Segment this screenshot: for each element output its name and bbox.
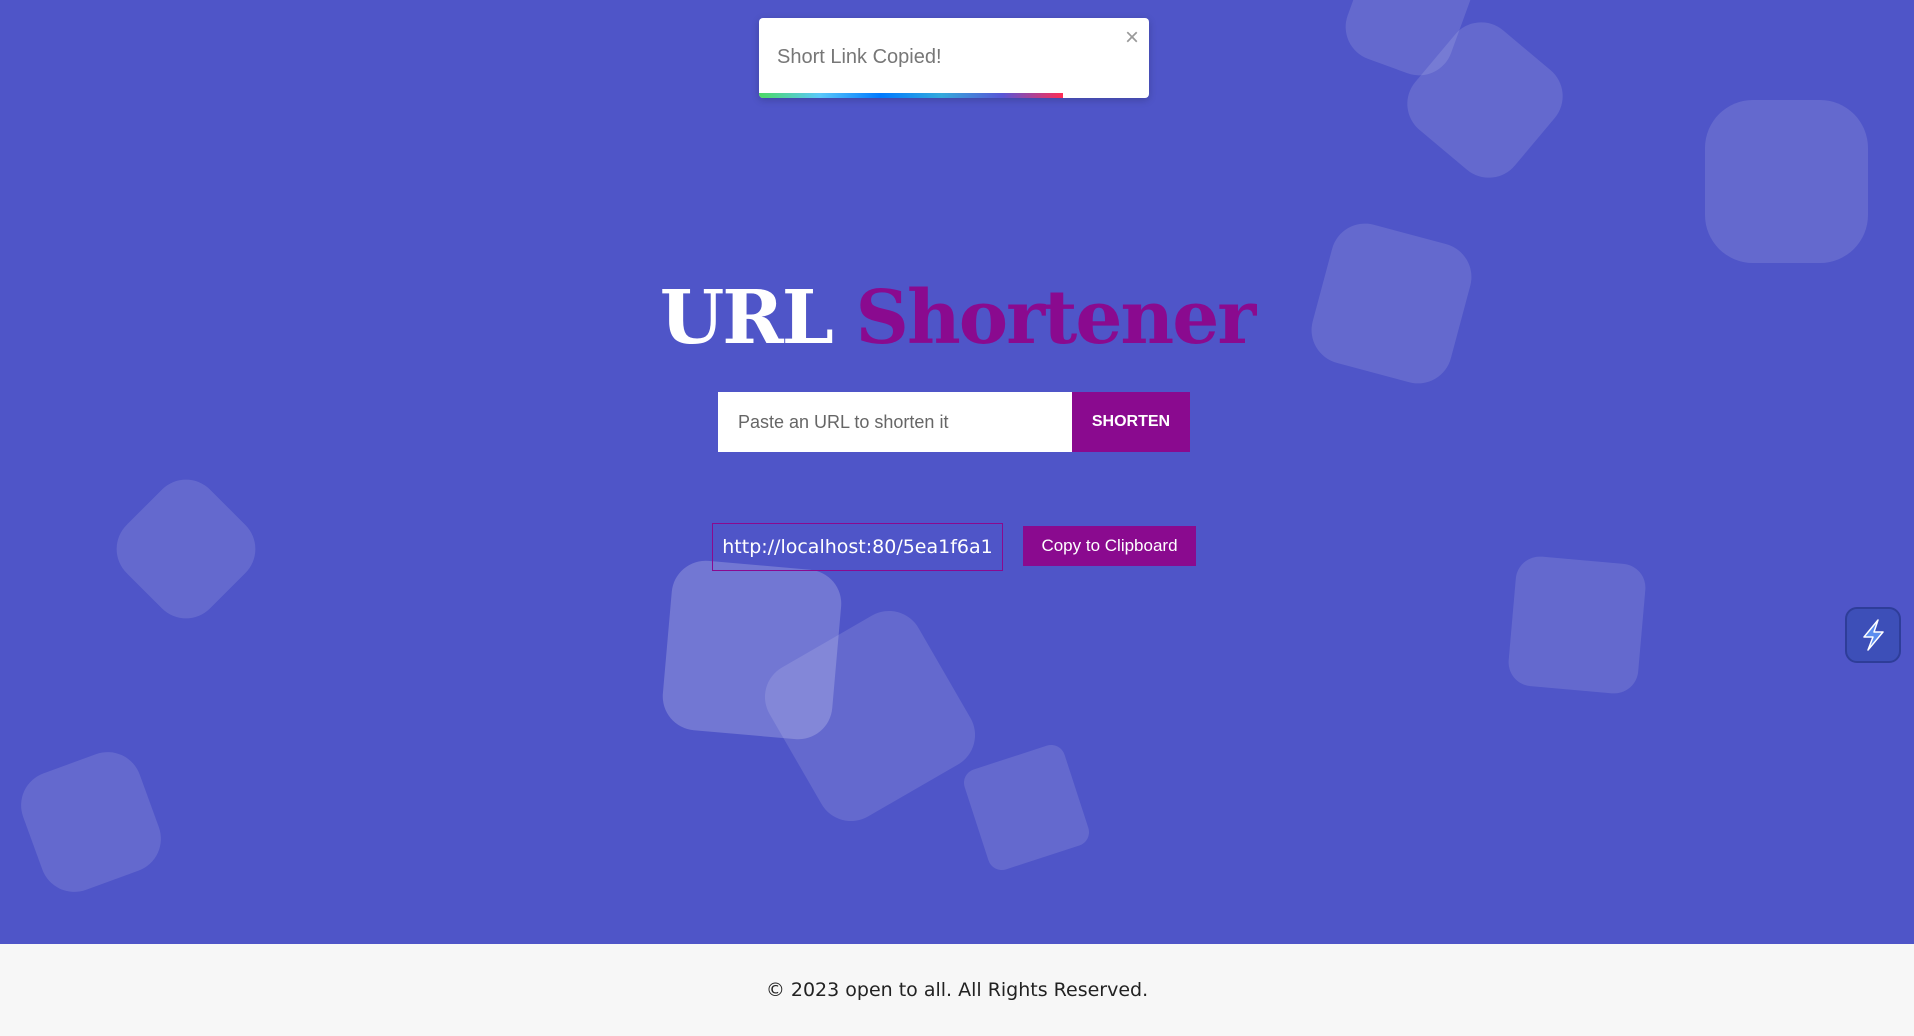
- page: Short Link Copied! × URL Shortener SHORT…: [0, 0, 1914, 1036]
- bg-shape: [1705, 100, 1868, 263]
- title-shortener: Shortener: [855, 275, 1257, 361]
- bg-shape: [1506, 554, 1648, 696]
- footer-copyright: © 2023 open to all. All Rights Reserved.: [765, 979, 1149, 1001]
- toast-progress-bar: [759, 93, 1064, 98]
- bg-shape: [102, 465, 270, 633]
- short-url-display[interactable]: http://localhost:80/5ea1f6a1: [712, 523, 1003, 571]
- shorten-form: SHORTEN: [718, 392, 1190, 452]
- bg-shape: [11, 742, 171, 902]
- hero-section: Short Link Copied! × URL Shortener SHORT…: [0, 0, 1914, 944]
- floating-widget-button[interactable]: [1845, 607, 1901, 663]
- title-url: URL: [659, 275, 834, 361]
- page-title: URL Shortener: [0, 275, 1914, 361]
- footer: © 2023 open to all. All Rights Reserved.: [0, 944, 1914, 1036]
- copy-to-clipboard-button[interactable]: Copy to Clipboard: [1023, 526, 1196, 566]
- shorten-button[interactable]: SHORTEN: [1072, 392, 1190, 452]
- toast-message: Short Link Copied!: [777, 46, 942, 68]
- bg-shape: [960, 741, 1093, 874]
- close-icon[interactable]: ×: [1125, 26, 1139, 50]
- url-input[interactable]: [718, 392, 1072, 452]
- toast-notification: Short Link Copied! ×: [759, 18, 1149, 98]
- lightning-icon: [1863, 619, 1884, 651]
